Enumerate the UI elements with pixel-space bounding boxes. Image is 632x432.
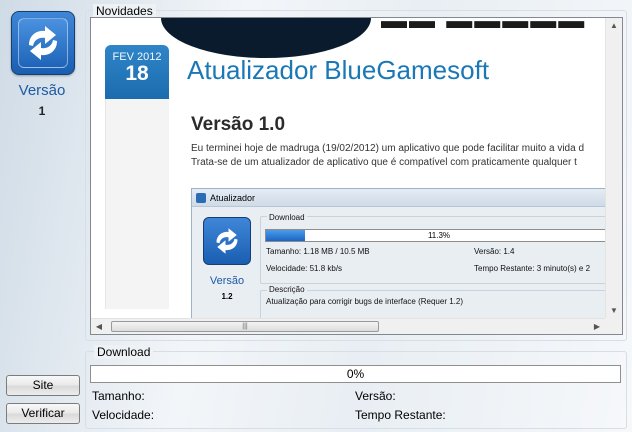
scroll-left-arrow-icon[interactable]: ◀ bbox=[91, 319, 107, 334]
date-column bbox=[105, 99, 169, 309]
horizontal-scroll-thumb[interactable]: ||| bbox=[111, 321, 379, 332]
speed-label: Velocidade: bbox=[92, 408, 155, 422]
scroll-up-arrow-icon[interactable]: ▲ bbox=[606, 18, 622, 34]
app-small-icon bbox=[196, 193, 206, 203]
scroll-down-arrow-icon[interactable]: ▼ bbox=[606, 303, 622, 319]
version-label: Versão bbox=[18, 82, 66, 99]
news-group-title: Novidades bbox=[93, 4, 156, 18]
screenshot-time: Tempo Restante: 3 minuto(s) e 2 bbox=[474, 264, 591, 273]
screenshot-version-number: 1.2 bbox=[221, 292, 233, 301]
screenshot-logo-refresh-icon bbox=[203, 217, 251, 265]
header-banner-text: ▬▬ ▬▬▬▬▬ bbox=[381, 18, 611, 28]
header-banner-shape bbox=[161, 18, 371, 58]
post-paragraph: Eu terminei hoje de madruga (19/02/2012)… bbox=[191, 143, 585, 154]
screenshot-version-label: Versão bbox=[209, 275, 245, 287]
screenshot-progress-bar: 11.3% bbox=[265, 229, 610, 242]
screenshot-titlebar: Atualizador bbox=[192, 189, 610, 207]
app-logo bbox=[11, 11, 75, 75]
date-badge: FEV 2012 18 bbox=[105, 45, 169, 99]
date-day: 18 bbox=[125, 62, 149, 85]
screenshot-download-title: Download bbox=[267, 213, 307, 222]
horizontal-scrollbar[interactable]: ◀ ||| ▶ bbox=[91, 318, 622, 334]
post-title[interactable]: Atualizador BlueGamesoft bbox=[187, 55, 489, 86]
screenshot-window-title: Atualizador bbox=[210, 193, 256, 203]
screenshot-size: Tamanho: 1.18 MB / 10.5 MB bbox=[266, 247, 370, 256]
date-month: FEV 2012 bbox=[112, 51, 162, 63]
size-label: Tamanho: bbox=[92, 389, 145, 403]
version-number: 1 bbox=[38, 104, 46, 118]
version-heading: Versão 1.0 bbox=[191, 114, 286, 135]
updater-screenshot: Atualizador Versão 1.2 Download 11.3% Ta… bbox=[191, 188, 611, 323]
scroll-corner bbox=[605, 318, 622, 334]
screenshot-progress-text: 11.3% bbox=[427, 231, 451, 240]
version-field-label: Versão: bbox=[355, 389, 396, 403]
verify-button[interactable]: Verificar bbox=[6, 403, 80, 424]
news-browser[interactable]: ▬▬ ▬▬▬▬▬ FEV 2012 18 Atualizador BlueGam… bbox=[90, 17, 623, 335]
site-button[interactable]: Site bbox=[6, 375, 80, 396]
refresh-arrows-icon bbox=[18, 18, 68, 68]
screenshot-speed: Velocidade: 51.8 kb/s bbox=[266, 264, 343, 273]
screenshot-description-title: Descrição bbox=[267, 285, 307, 294]
download-progress-bar: 0% bbox=[90, 365, 621, 383]
vertical-scrollbar[interactable]: ▲ ▼ bbox=[605, 18, 622, 319]
post-paragraph: Trata-se de um atualizador de aplicativo… bbox=[191, 157, 577, 168]
download-progress-text: 0% bbox=[346, 367, 365, 381]
screenshot-version: Versão: 1.4 bbox=[474, 247, 515, 256]
scroll-right-arrow-icon[interactable]: ▶ bbox=[589, 319, 605, 334]
screenshot-description-text: Atualização para corrigir bugs de interf… bbox=[266, 297, 463, 306]
time-remaining-label: Tempo Restante: bbox=[355, 408, 446, 422]
download-group-title: Download bbox=[94, 345, 154, 359]
